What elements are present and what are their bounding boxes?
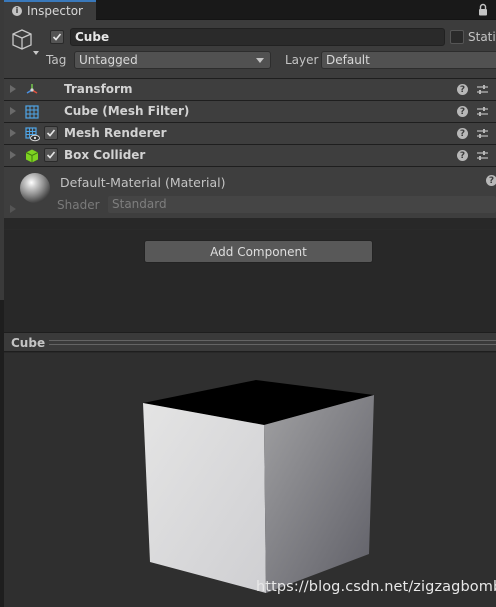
object-header: Cube Static Tag Untagged Layer Default <box>4 20 496 78</box>
checkmark-icon <box>46 151 56 159</box>
cube-preview-render <box>143 380 374 593</box>
box-collider-icon <box>25 149 39 163</box>
layer-value: Default <box>326 53 370 67</box>
material-name: Default-Material (Material) <box>60 175 226 190</box>
checkmark-icon <box>46 129 56 137</box>
foldout-arrow-icon[interactable] <box>10 85 16 93</box>
preview-header[interactable]: Cube <box>4 332 496 352</box>
foldout-arrow-icon[interactable] <box>10 107 16 115</box>
layer-dropdown[interactable]: Default <box>321 51 496 69</box>
component-label: Mesh Renderer <box>64 126 167 140</box>
help-icon[interactable]: ? <box>457 106 468 117</box>
help-icon[interactable]: ? <box>486 175 496 186</box>
help-icon[interactable]: ? <box>457 84 468 95</box>
component-mesh-filter[interactable]: Cube (Mesh Filter) ? <box>4 100 496 122</box>
cube-left-face <box>143 403 266 593</box>
active-checkbox[interactable] <box>50 30 64 44</box>
tag-label: Tag <box>46 53 67 67</box>
component-box-collider[interactable]: Box Collider ? <box>4 144 496 166</box>
tag-value: Untagged <box>79 53 138 67</box>
name-input[interactable]: Cube <box>70 28 445 46</box>
divider <box>4 229 496 230</box>
checkmark-icon <box>52 33 62 41</box>
lock-icon[interactable] <box>478 3 488 16</box>
settings-sliders-icon[interactable] <box>476 149 489 162</box>
transform-icon <box>26 84 38 94</box>
enabled-checkbox[interactable] <box>44 126 58 140</box>
component-label: Cube (Mesh Filter) <box>64 104 190 118</box>
help-icon[interactable]: ? <box>457 128 468 139</box>
tab-inspector[interactable]: i Inspector <box>4 0 96 20</box>
drag-handle[interactable] <box>49 340 496 345</box>
tab-label: Inspector <box>27 4 83 18</box>
preview-area[interactable] <box>4 353 496 607</box>
mesh-filter-icon <box>25 105 39 119</box>
layer-label: Layer <box>285 53 319 67</box>
info-icon: i <box>12 6 22 16</box>
material-section: Default-Material (Material) ? Shader Sta… <box>4 166 496 218</box>
settings-sliders-icon[interactable] <box>476 83 489 96</box>
static-label: Static <box>468 30 496 44</box>
enabled-checkbox[interactable] <box>44 148 58 162</box>
component-mesh-renderer[interactable]: Mesh Renderer ? <box>4 122 496 144</box>
static-checkbox[interactable] <box>450 30 464 44</box>
tab-bar: i Inspector <box>4 0 496 20</box>
component-label: Transform <box>64 82 133 96</box>
foldout-arrow-icon[interactable] <box>10 129 16 137</box>
component-label: Box Collider <box>64 148 146 162</box>
chevron-down-icon <box>256 58 264 63</box>
shader-label: Shader <box>57 198 100 212</box>
tag-dropdown[interactable]: Untagged <box>74 51 271 69</box>
settings-sliders-icon[interactable] <box>476 127 489 140</box>
help-icon[interactable]: ? <box>457 150 468 161</box>
material-preview-sphere <box>20 173 50 203</box>
foldout-arrow-icon[interactable] <box>10 205 16 213</box>
foldout-arrow-icon[interactable] <box>10 151 16 159</box>
watermark-text: https://blog.csdn.net/zigzagbomb <box>256 579 496 595</box>
add-component-button[interactable]: Add Component <box>144 240 373 263</box>
mesh-renderer-icon <box>25 127 40 142</box>
component-transform[interactable]: Transform ? <box>4 78 496 100</box>
cube-right-face <box>264 395 374 593</box>
settings-sliders-icon[interactable] <box>476 105 489 118</box>
gameobject-cube-icon[interactable] <box>11 28 39 58</box>
preview-title: Cube <box>11 336 46 350</box>
shader-dropdown[interactable]: Standard <box>108 196 496 213</box>
